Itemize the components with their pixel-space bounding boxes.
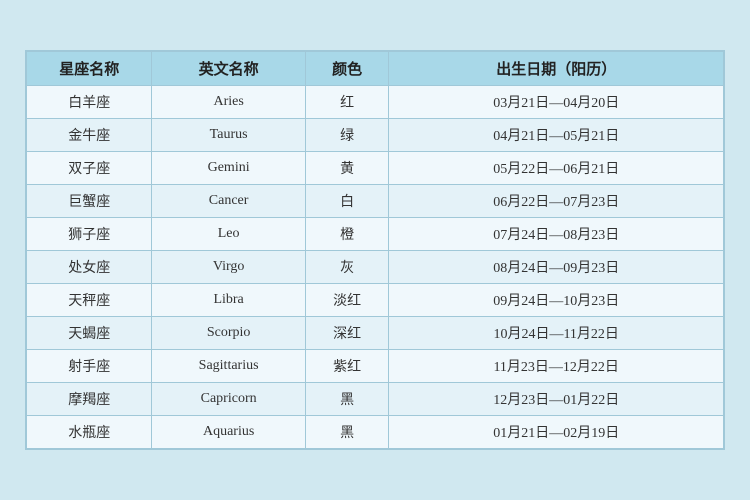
cell-color: 绿 [305,119,389,152]
cell-english-name: Capricorn [152,383,305,416]
table-body: 白羊座Aries红03月21日—04月20日金牛座Taurus绿04月21日—0… [27,86,724,449]
cell-chinese-name: 金牛座 [27,119,152,152]
cell-english-name: Gemini [152,152,305,185]
cell-birthdate: 12月23日—01月22日 [389,383,724,416]
cell-birthdate: 04月21日—05月21日 [389,119,724,152]
cell-birthdate: 06月22日—07月23日 [389,185,724,218]
cell-chinese-name: 天蝎座 [27,317,152,350]
cell-color: 橙 [305,218,389,251]
zodiac-table: 星座名称 英文名称 颜色 出生日期（阳历） 白羊座Aries红03月21日—04… [26,51,724,449]
cell-color: 黑 [305,383,389,416]
header-english-name: 英文名称 [152,52,305,86]
cell-birthdate: 08月24日—09月23日 [389,251,724,284]
cell-english-name: Sagittarius [152,350,305,383]
cell-color: 黑 [305,416,389,449]
cell-birthdate: 07月24日—08月23日 [389,218,724,251]
cell-birthdate: 05月22日—06月21日 [389,152,724,185]
table-row: 白羊座Aries红03月21日—04月20日 [27,86,724,119]
cell-color: 深红 [305,317,389,350]
cell-birthdate: 11月23日—12月22日 [389,350,724,383]
header-color: 颜色 [305,52,389,86]
cell-english-name: Virgo [152,251,305,284]
cell-chinese-name: 天秤座 [27,284,152,317]
cell-color: 紫红 [305,350,389,383]
cell-english-name: Libra [152,284,305,317]
cell-birthdate: 09月24日—10月23日 [389,284,724,317]
cell-color: 灰 [305,251,389,284]
cell-birthdate: 10月24日—11月22日 [389,317,724,350]
cell-chinese-name: 摩羯座 [27,383,152,416]
table-row: 天蝎座Scorpio深红10月24日—11月22日 [27,317,724,350]
cell-color: 黄 [305,152,389,185]
table-row: 双子座Gemini黄05月22日—06月21日 [27,152,724,185]
cell-chinese-name: 双子座 [27,152,152,185]
cell-english-name: Taurus [152,119,305,152]
cell-birthdate: 01月21日—02月19日 [389,416,724,449]
cell-birthdate: 03月21日—04月20日 [389,86,724,119]
table-row: 处女座Virgo灰08月24日—09月23日 [27,251,724,284]
cell-english-name: Leo [152,218,305,251]
cell-english-name: Scorpio [152,317,305,350]
cell-color: 红 [305,86,389,119]
cell-chinese-name: 狮子座 [27,218,152,251]
table-row: 摩羯座Capricorn黑12月23日—01月22日 [27,383,724,416]
cell-chinese-name: 射手座 [27,350,152,383]
cell-chinese-name: 处女座 [27,251,152,284]
cell-english-name: Aries [152,86,305,119]
table-header-row: 星座名称 英文名称 颜色 出生日期（阳历） [27,52,724,86]
header-chinese-name: 星座名称 [27,52,152,86]
cell-english-name: Cancer [152,185,305,218]
cell-chinese-name: 白羊座 [27,86,152,119]
cell-chinese-name: 巨蟹座 [27,185,152,218]
cell-color: 白 [305,185,389,218]
table-row: 天秤座Libra淡红09月24日—10月23日 [27,284,724,317]
zodiac-table-container: 星座名称 英文名称 颜色 出生日期（阳历） 白羊座Aries红03月21日—04… [25,50,725,450]
cell-color: 淡红 [305,284,389,317]
header-birthdate: 出生日期（阳历） [389,52,724,86]
cell-english-name: Aquarius [152,416,305,449]
table-row: 巨蟹座Cancer白06月22日—07月23日 [27,185,724,218]
table-row: 水瓶座Aquarius黑01月21日—02月19日 [27,416,724,449]
table-row: 狮子座Leo橙07月24日—08月23日 [27,218,724,251]
table-row: 金牛座Taurus绿04月21日—05月21日 [27,119,724,152]
table-row: 射手座Sagittarius紫红11月23日—12月22日 [27,350,724,383]
cell-chinese-name: 水瓶座 [27,416,152,449]
